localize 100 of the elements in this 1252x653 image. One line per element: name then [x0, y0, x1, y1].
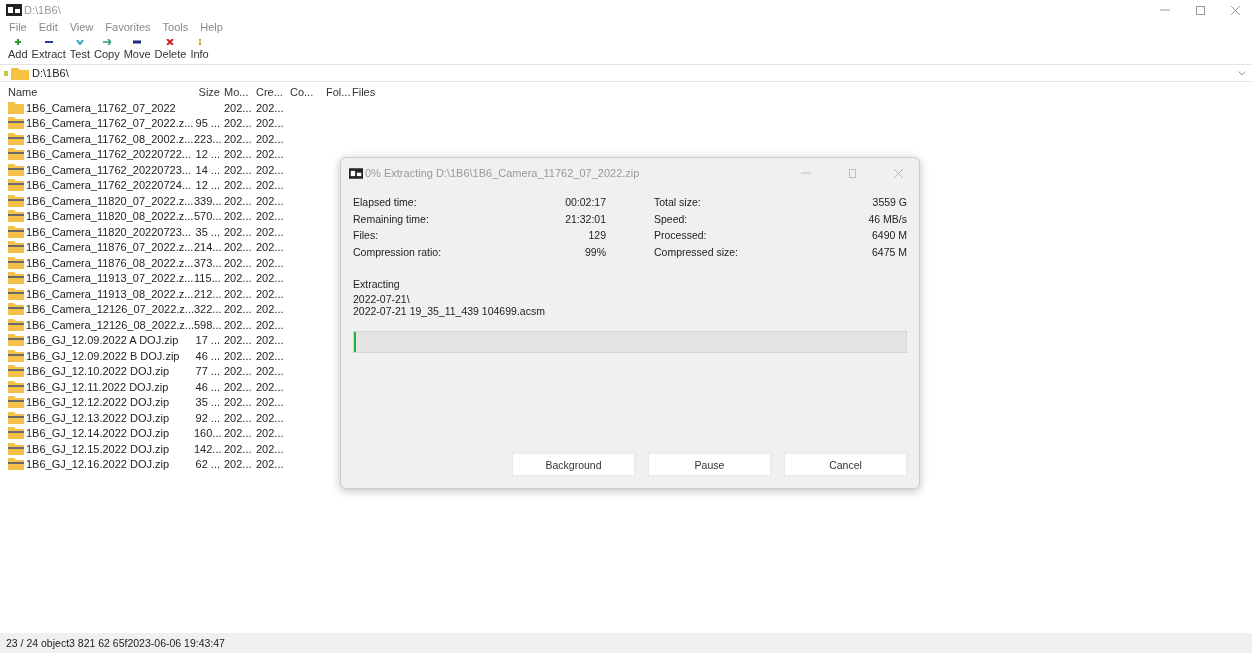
created-date: 202...: [255, 117, 285, 130]
menu-item[interactable]: File: [8, 21, 28, 33]
file-name[interactable]: 1B6_GJ_12.13.2022 DOJ.zip: [26, 411, 170, 424]
file-name[interactable]: 1B6_Camera_11913_07_2022.z...: [26, 272, 194, 285]
file-name[interactable]: 1B6_GJ_12.10.2022 DOJ.zip: [26, 365, 170, 378]
cross-icon: [166, 38, 175, 45]
zip-folder-icon: [8, 132, 24, 145]
stat-value: 3559 G: [872, 196, 907, 210]
stat-label: Files:: [353, 229, 379, 243]
stat-value: 46 MB/s: [868, 212, 907, 227]
dropdown-chevron-icon[interactable]: [1238, 70, 1246, 76]
file-name[interactable]: 1B6_Camera_11762_20220722...: [26, 148, 191, 161]
dialog-button[interactable]: Cancel: [784, 453, 907, 476]
created-date: 202...: [255, 179, 285, 192]
file-name[interactable]: 1B6_Camera_11876_07_2022.z...: [26, 241, 194, 254]
zip-folder-icon: [8, 256, 24, 269]
modified-date: 202...: [223, 241, 253, 254]
column-header[interactable]: Cre...: [254, 86, 286, 98]
stat-label: Speed:: [654, 212, 688, 227]
zip-folder-icon: [8, 163, 24, 176]
current-file: 2022-07-21 19_35_11_439 104699.acsm: [353, 305, 546, 317]
zip-folder-icon: [8, 380, 24, 393]
created-date: 202...: [255, 396, 285, 409]
menu-item[interactable]: Help: [199, 21, 224, 33]
close-icon[interactable]: [894, 168, 903, 178]
column-header[interactable]: Size: [194, 86, 220, 98]
menu-item[interactable]: Tools: [161, 21, 190, 33]
toolbar-button[interactable]: Copy: [94, 34, 120, 64]
file-name[interactable]: 1B6_Camera_12126_08_2022.z...: [25, 318, 194, 331]
file-name[interactable]: 1B6_Camera_11913_08_2022.z...: [26, 287, 194, 300]
modified-date: 202...: [223, 163, 253, 176]
file-size: 17 ...: [194, 334, 220, 347]
file-name[interactable]: 1B6_Camera_11820_20220723...: [26, 225, 191, 238]
file-name[interactable]: 1B6_GJ_12.11.2022 DOJ.zip: [26, 380, 169, 393]
stat-value: 21:32:01: [565, 212, 606, 227]
column-header[interactable]: Co...: [286, 86, 320, 98]
zip-folder-icon: [8, 442, 24, 455]
file-name[interactable]: 1B6_Camera_11762_07_2022.z...: [26, 117, 194, 130]
zip-folder-icon: [8, 210, 24, 223]
dialog-button[interactable]: Background: [512, 453, 635, 476]
toolbar-button[interactable]: Add: [8, 34, 28, 64]
zip-folder-icon: [8, 117, 24, 130]
zip-folder-icon: [8, 179, 24, 192]
file-name[interactable]: 1B6_GJ_12.09.2022 B DOJ.zip: [26, 349, 180, 362]
file-size: 570...: [194, 210, 220, 223]
close-icon[interactable]: [1231, 5, 1240, 15]
created-date: 202...: [255, 225, 285, 238]
file-name[interactable]: 1B6_Camera_12126_07_2022.z...: [25, 303, 194, 316]
toolbar-button[interactable]: Delete: [154, 34, 187, 64]
zip-folder-icon: [8, 303, 24, 316]
stat-value: 6490 M: [871, 229, 907, 243]
toolbar-button[interactable]: Extract: [31, 34, 66, 64]
file-name[interactable]: 1B6_GJ_12.09.2022 A DOJ.zip: [26, 334, 179, 347]
file-name[interactable]: 1B6_Camera_11876_08_2022.z...: [26, 256, 194, 269]
maximize-icon[interactable]: [1196, 5, 1205, 15]
dialog-button[interactable]: Pause: [648, 453, 771, 476]
file-name[interactable]: 1B6_Camera_11820_07_2022.z...: [26, 194, 194, 207]
file-name[interactable]: 1B6_Camera_11762_07_2022: [26, 101, 176, 114]
file-name[interactable]: 1B6_GJ_12.15.2022 DOJ.zip: [26, 442, 170, 455]
created-date: 202...: [255, 148, 285, 161]
file-name[interactable]: 1B6_Camera_11820_08_2022.z...: [26, 210, 194, 223]
plus-icon: [13, 38, 22, 45]
created-date: 202...: [255, 303, 285, 316]
column-header[interactable]: Mo...: [220, 86, 254, 98]
file-size: 214...: [194, 241, 220, 254]
file-size: 115...: [194, 272, 220, 285]
created-date: 202...: [255, 272, 285, 285]
file-name[interactable]: 1B6_Camera_11762_20220723...: [26, 163, 191, 176]
file-name[interactable]: 1B6_GJ_12.14.2022 DOJ.zip: [26, 427, 170, 440]
created-date: 202...: [255, 427, 285, 440]
stat-value: 99%: [585, 245, 606, 260]
file-name[interactable]: 1B6_GJ_12.12.2022 DOJ.zip: [26, 396, 170, 409]
file-size: 212...: [194, 287, 220, 300]
stat-label: Compression ratio:: [353, 245, 442, 260]
created-date: 202...: [255, 442, 285, 455]
menu-item[interactable]: Favorites: [104, 21, 152, 33]
file-size: 77 ...: [194, 365, 220, 378]
zip-folder-icon: [8, 194, 24, 207]
file-size: 142...: [194, 442, 220, 455]
stat-label: Processed:: [654, 229, 707, 243]
stat-label: Total size:: [654, 196, 701, 210]
address-field[interactable]: D:\1B6\: [32, 67, 1235, 79]
modified-date: 202...: [223, 287, 253, 300]
maximize-icon[interactable]: [849, 168, 856, 178]
file-name[interactable]: 1B6_Camera_11762_20220724...: [26, 179, 191, 192]
toolbar-button[interactable]: Move: [123, 34, 151, 64]
toolbar-button[interactable]: Test: [69, 34, 90, 64]
file-size: 62 ...: [194, 458, 220, 471]
menu-item[interactable]: Edit: [37, 21, 59, 33]
modified-date: 202...: [223, 365, 253, 378]
created-date: 202...: [255, 101, 285, 114]
minimize-icon[interactable]: [1160, 9, 1170, 11]
modified-date: 202...: [223, 396, 253, 409]
file-name[interactable]: 1B6_GJ_12.16.2022 DOJ.zip: [26, 458, 170, 471]
modified-date: 202...: [223, 458, 253, 471]
column-header[interactable]: Name: [8, 86, 194, 98]
toolbar-button[interactable]: Info: [190, 34, 209, 64]
zip-folder-icon: [8, 225, 24, 238]
menu-item[interactable]: View: [68, 21, 95, 33]
file-name[interactable]: 1B6_Camera_11762_08_2002.z...: [26, 132, 194, 145]
